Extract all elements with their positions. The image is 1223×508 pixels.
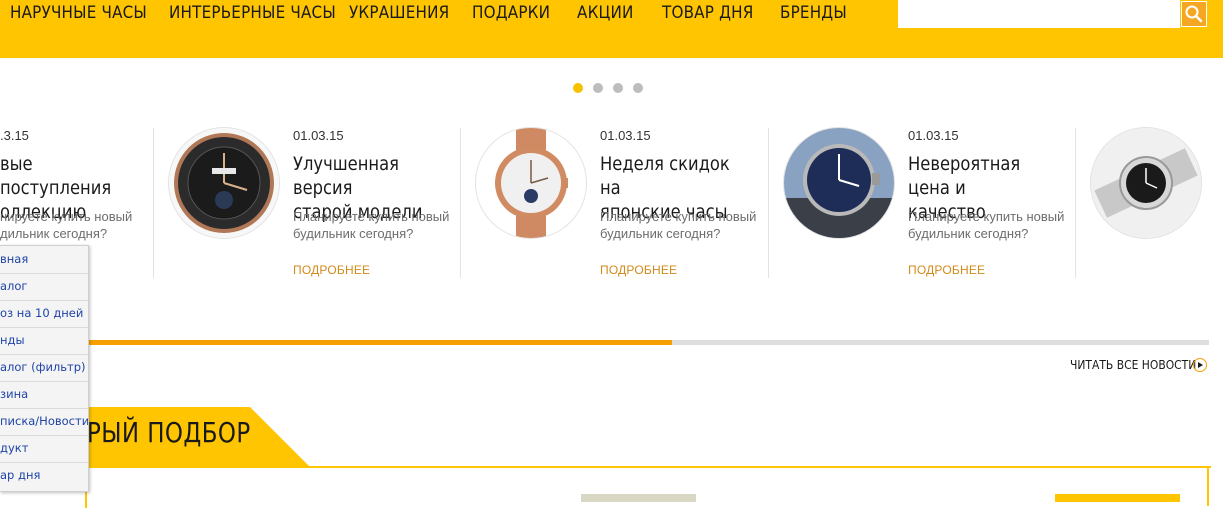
progress-bar-fill (0, 340, 673, 345)
search-button[interactable] (1181, 1, 1207, 27)
news-desc-line: Планируете купить новый (600, 209, 757, 224)
nav-item-product-of-day[interactable]: ТОВАР ДНЯ (662, 3, 753, 22)
slider-dot-2[interactable] (593, 83, 603, 93)
news-thumbnail[interactable] (1091, 128, 1201, 238)
news-title-line: Неделя скидок на (600, 153, 730, 199)
menu-item[interactable]: оз на 10 дней (0, 300, 88, 328)
news-desc-line: дильник сегодня? (0, 226, 108, 241)
news-desc-line: Планируете купить новый (908, 209, 1065, 224)
section-frame-right (1207, 466, 1209, 506)
news-card: 01.03.15 Неделя скидок на японские часы … (461, 128, 767, 278)
menu-item[interactable]: зина (0, 381, 88, 409)
news-title-line: Невероятная цена и (908, 153, 1021, 199)
filter-tab-active[interactable] (1055, 494, 1180, 502)
menu-item[interactable]: дукт (0, 435, 88, 463)
slider-dot-1[interactable] (573, 83, 583, 93)
read-all-news-link[interactable]: ЧИТАТЬ ВСЕ НОВОСТИ (1070, 357, 1196, 372)
menu-item-label: вная (0, 252, 29, 266)
menu-item-label: оз на 10 дней (0, 306, 84, 320)
menu-item-label: нды (0, 333, 25, 347)
watch-image (1091, 128, 1201, 238)
nav-item-jewelry[interactable]: УКРАШЕНИЯ (349, 3, 449, 22)
top-nav: НАРУЧНЫЕ ЧАСЫ ИНТЕРЬЕРНЫЕ ЧАСЫ УКРАШЕНИЯ… (0, 0, 1223, 58)
debug-menu: вная алог оз на 10 дней нды алог (фильтр… (0, 245, 89, 492)
slider-dot-4[interactable] (633, 83, 643, 93)
news-thumbnail[interactable] (169, 128, 279, 238)
news-thumbnail[interactable] (476, 128, 586, 238)
nav-item-promotions[interactable]: АКЦИИ (577, 3, 634, 22)
news-progress-bar[interactable] (0, 340, 1209, 345)
news-description: нируете купить новый дильник сегодня? (0, 208, 170, 242)
news-card (1076, 128, 1223, 278)
menu-item-label: писка/Новости (0, 414, 88, 428)
nav-item-brands[interactable]: БРЕНДЫ (780, 3, 847, 22)
nav-item-gifts[interactable]: ПОДАРКИ (472, 3, 550, 22)
news-date: 01.03.15 (908, 128, 959, 143)
menu-item[interactable]: алог (0, 273, 88, 301)
nav-item-watches[interactable]: НАРУЧНЫЕ ЧАСЫ (10, 3, 147, 22)
menu-item-label: зина (0, 387, 29, 401)
search-icon (1185, 5, 1203, 23)
news-title-line: Улучшенная версия (293, 153, 399, 199)
menu-item[interactable]: ар дня (0, 462, 88, 489)
read-more-link[interactable]: ПОДРОБНЕЕ (908, 263, 985, 277)
news-desc-line: нируете купить новый (0, 209, 133, 224)
news-description: Планируете купить новый будильник сегодн… (293, 208, 463, 242)
menu-item[interactable]: вная (0, 246, 88, 274)
menu-item-label: алог (фильтр) (0, 360, 86, 374)
nav-item-interior-clocks[interactable]: ИНТЕРЬЕРНЫЕ ЧАСЫ (169, 3, 336, 22)
news-desc-line: будильник сегодня? (600, 226, 721, 241)
news-desc-line: будильник сегодня? (908, 226, 1029, 241)
search-input[interactable] (898, 0, 1180, 28)
menu-item[interactable]: алог (фильтр) (0, 354, 88, 382)
news-thumbnail[interactable] (784, 128, 894, 238)
menu-item-label: дукт (0, 441, 29, 455)
menu-item-label: алог (0, 279, 28, 293)
menu-item[interactable]: нды (0, 327, 88, 355)
slider-dot-3[interactable] (613, 83, 623, 93)
play-circle-icon[interactable] (1193, 358, 1207, 372)
news-card: 01.03.15 Невероятная цена и качество Пла… (769, 128, 1075, 278)
news-title-line: вые поступления (0, 153, 112, 199)
menu-item-label: ар дня (0, 468, 41, 482)
news-date: 01.03.15 (293, 128, 344, 143)
news-card: 01.03.15 Улучшенная версия старой модели… (154, 128, 460, 278)
menu-item[interactable]: писка/Новости (0, 408, 88, 436)
news-desc-line: будильник сегодня? (293, 226, 414, 241)
filter-tab[interactable] (581, 494, 696, 502)
watch-image (784, 128, 894, 238)
news-desc-line: Планируете купить новый (293, 209, 450, 224)
news-date: 01.03.15 (600, 128, 651, 143)
news-description: Планируете купить новый будильник сегодн… (908, 208, 1078, 242)
section-title: РЫЙ ПОДБОР (87, 416, 251, 449)
watch-image (476, 128, 586, 238)
read-more-link[interactable]: ПОДРОБНЕЕ (600, 263, 677, 277)
read-more-link[interactable]: ПОДРОБНЕЕ (293, 263, 370, 277)
news-description: Планируете купить новый будильник сегодн… (600, 208, 770, 242)
news-date: .3.15 (0, 128, 29, 143)
watch-image (169, 128, 279, 238)
